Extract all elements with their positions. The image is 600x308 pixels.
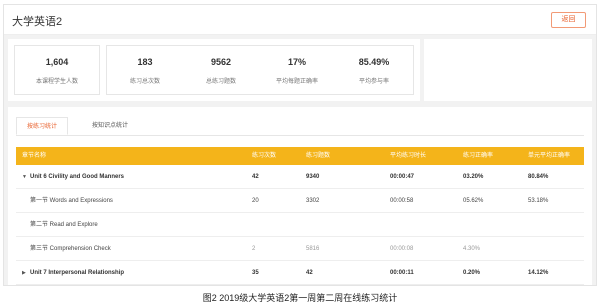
stat-label: 本课程学生人数	[35, 79, 78, 85]
accuracy-cell: 05.62%	[463, 198, 484, 204]
column-header-count[interactable]: 练习次数	[252, 147, 276, 165]
practice-summary-card: 183 练习总次数 9562 总练习题数 17% 平均每题正确率 85.49% …	[106, 45, 414, 95]
accuracy-cell: 0.20%	[463, 270, 481, 276]
tab-by-practice[interactable]: 按练习统计	[16, 117, 68, 135]
question-count-cell: 3302	[306, 198, 320, 204]
table-row[interactable]: ▶ Unit 7 Interpersonal Relationship 35 42…	[16, 261, 584, 285]
stat-label: 平均每题正确率	[275, 79, 318, 85]
table-row[interactable]: 第一节 Words and Expressions 20 3302 00:00:…	[16, 189, 584, 213]
figure-caption: 图2 2019级大学英语2第一周第二周在线练习统计	[202, 293, 398, 303]
question-count-cell: 9340	[306, 174, 320, 180]
stat-label: 总练习题数	[205, 79, 236, 85]
accuracy-cell: 03.20%	[463, 174, 484, 180]
column-header-accuracy[interactable]: 练习正确率	[463, 147, 493, 165]
tab-divider	[16, 135, 584, 136]
course-title: 大学英语2	[12, 16, 63, 28]
column-header-unit-average[interactable]: 单元平均正确率	[528, 147, 570, 165]
caret-right-icon[interactable]: ▶	[22, 261, 30, 285]
chapter-name: 第二节 Read and Explore	[30, 222, 98, 228]
stats-content: 按练习统计 按知识点统计 章节名称 练习次数 练习题数 平均练习时长 练习正确率…	[8, 107, 592, 285]
stats-panel: 1,604 本课程学生人数 183 练习总次数 9562 总练习题数 17% 平…	[8, 39, 420, 101]
stat-value: 1,604	[45, 57, 69, 67]
course-stats-window: 大学英语2 返回 1,604 本课程学生人数 183 练习总次数 9562 总练…	[3, 4, 597, 286]
duration-cell: 00:00:08	[390, 246, 414, 252]
chapter-name-cell: ▼ Unit 6 Civility and Good Manners	[22, 165, 124, 189]
practice-count-cell: 35	[252, 270, 259, 276]
stat-value: 17%	[287, 57, 306, 67]
student-count-card: 1,604 本课程学生人数	[14, 45, 100, 95]
duration-cell: 00:00:58	[390, 198, 414, 204]
unit-average-cell: 80.84%	[528, 174, 549, 180]
stat-value: 183	[137, 57, 153, 67]
accuracy-cell: 4.30%	[463, 246, 481, 252]
practice-count-cell: 42	[252, 174, 259, 180]
stat-label: 平均参与率	[358, 79, 389, 85]
tab-by-knowledge-point[interactable]: 按知识点统计	[80, 117, 140, 135]
practice-count-cell: 20	[252, 198, 259, 204]
chapter-name: 第三节 Comprehension Check	[30, 246, 111, 252]
header-bar: 大学英语2 返回	[4, 5, 596, 35]
stat-value: 9562	[210, 57, 232, 67]
chapter-name: Unit 6 Civility and Good Manners	[30, 174, 125, 180]
stat-practice-count: 183 练习总次数	[107, 46, 183, 94]
duration-cell: 00:00:47	[390, 174, 415, 180]
table-row[interactable]: 第二节 Read and Explore	[16, 213, 584, 237]
unit-average-cell: 14.12%	[528, 270, 549, 276]
duration-cell: 00:00:11	[390, 270, 414, 276]
chapter-name: 第一节 Words and Expressions	[30, 198, 113, 204]
side-panel	[424, 39, 592, 101]
table-row[interactable]: ▼ Unit 6 Civility and Good Manners 42 934…	[16, 165, 584, 189]
return-button[interactable]: 返回	[551, 12, 586, 28]
stat-value: 85.49%	[358, 57, 390, 67]
chapter-name-cell: ▶ Unit 7 Interpersonal Relationship	[22, 261, 124, 285]
stat-students: 1,604 本课程学生人数	[15, 46, 99, 94]
practice-count-cell: 2	[252, 246, 256, 252]
stat-question-count: 9562 总练习题数	[183, 46, 259, 94]
stat-participation: 85.49% 平均参与率	[335, 46, 413, 94]
table-header: 章节名称 练习次数 练习题数 平均练习时长 练习正确率 单元平均正确率	[16, 147, 584, 165]
stat-label: 练习总次数	[129, 79, 160, 85]
column-header-questions[interactable]: 练习题数	[306, 147, 330, 165]
stat-accuracy: 17% 平均每题正确率	[259, 46, 335, 94]
chapter-name: Unit 7 Interpersonal Relationship	[30, 270, 125, 276]
table-row[interactable]: 第三节 Comprehension Check 2 5816 00:00:08 …	[16, 237, 584, 261]
caret-down-icon[interactable]: ▼	[22, 165, 30, 189]
question-count-cell: 42	[306, 270, 313, 276]
question-count-cell: 5816	[306, 246, 320, 252]
unit-average-cell: 53.18%	[528, 198, 549, 204]
column-header-duration[interactable]: 平均练习时长	[390, 147, 426, 165]
column-header-chapter[interactable]: 章节名称	[22, 147, 46, 165]
